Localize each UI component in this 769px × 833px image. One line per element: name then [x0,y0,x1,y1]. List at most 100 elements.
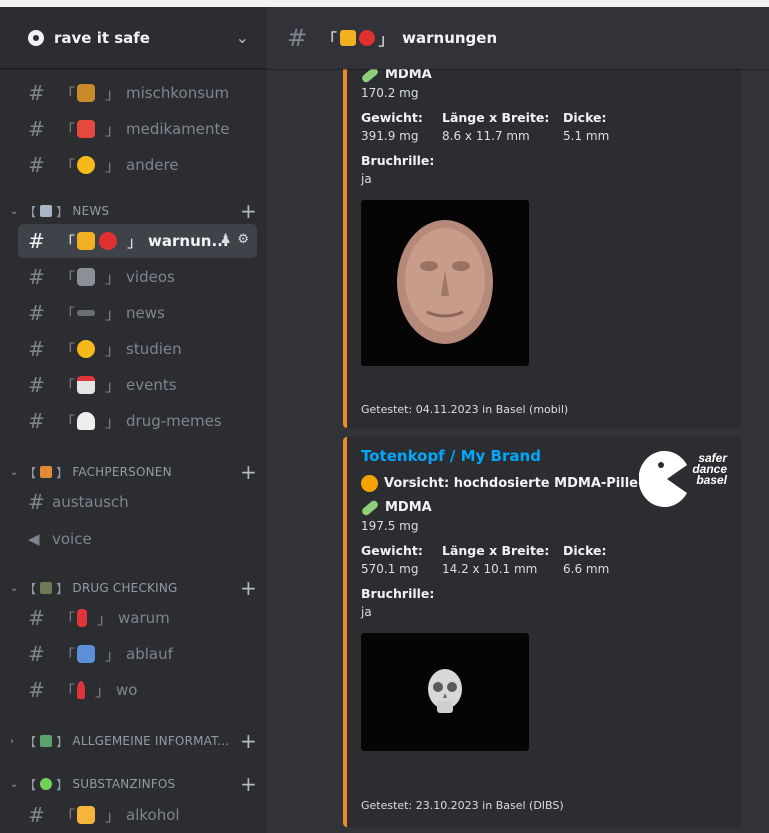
category-substanzinfos[interactable]: ⌄ 【】 SUBSTANZINFOS + [10,774,257,794]
channel-warnungen[interactable]: # 「」 warnun... ♟ ⚙ [18,224,257,258]
channel-name: ablauf [126,645,173,663]
channel-andere[interactable]: # 「」 andere [18,148,257,182]
channel-header: # 「 」 warnungen [267,7,769,69]
chevron-right-icon: › [10,735,15,747]
confused-face-emoji-icon [77,156,96,174]
channel-name: andere [126,156,179,174]
channel-warum[interactable]: # 「」 warum [18,601,257,635]
hash-icon: # [28,301,45,325]
category-fachpersonen[interactable]: ⌄ 【】 FACHPERSONEN + [10,462,257,482]
add-channel-icon[interactable]: + [240,462,257,482]
channel-medikamente[interactable]: # 「」 medikamente [18,112,257,146]
vest-emoji-icon [40,466,53,478]
chevron-down-icon: ⌄ [10,778,19,790]
test-footer: Getestet: 04.11.2023 in Basel (mobil) [361,403,569,416]
invite-member-icon[interactable]: ♟ [220,232,232,247]
pill-photo[interactable] [361,633,529,751]
channel-videos[interactable]: # 「」 videos [18,260,257,294]
channel-drug-memes[interactable]: # 「」 drug-memes [18,404,257,438]
chevron-down-icon[interactable]: ⌄ [236,28,249,47]
hash-icon: # [28,642,45,666]
warning-emoji-icon [77,232,96,250]
category-name: DRUG CHECKING [72,581,178,595]
channel-title: warnungen [402,29,498,47]
category-name: ALLGEMEINE INFORMAT... [72,734,230,748]
channel-name: videos [126,268,175,286]
category-name: FACHPERSONEN [72,465,172,479]
channel-name: austausch [52,493,129,511]
channel-actions: ♟ ⚙ [220,232,249,247]
hash-icon: # [28,229,45,253]
books-emoji-icon [40,735,53,747]
category-name: NEWS [72,204,110,218]
channel-name: wo [116,681,138,699]
pill-icon [360,498,380,517]
mischkonsum-emoji-icon [77,84,96,102]
channel-ablauf[interactable]: # 「」 ablauf [18,637,257,671]
add-channel-icon[interactable]: + [240,578,257,598]
alien-emoji-icon [40,778,53,790]
newspaper-emoji-icon [40,205,53,217]
nerd-face-emoji-icon [77,340,96,358]
channel-name: events [126,376,177,394]
hash-icon: # [28,606,45,630]
gear-icon[interactable]: ⚙ [237,232,249,247]
field-dicke: Dicke: 6.6 mm [563,543,610,576]
category-news[interactable]: ⌄ 【】 NEWS + [10,201,257,221]
chevron-down-icon: ⌄ [10,205,19,217]
channel-name: alkohol [126,806,180,824]
bruchrille-value: ja [361,605,372,619]
server-name: rave it safe [54,28,150,47]
syringe-emoji-icon [77,310,96,316]
pill-emoji-icon [77,120,96,138]
hash-icon: # [28,265,45,289]
channel-wo[interactable]: # 「」 wo [18,673,257,707]
hash-icon: # [28,117,45,141]
chat-main: # 「 」 warnungen MDMA 170.2 mg Gewicht: 3… [267,7,769,833]
category-drug-checking[interactable]: ⌄ 【】 DRUG CHECKING + [10,578,257,598]
pill-face-image [397,220,493,344]
field-laenge-breite: Länge x Breite: 14.2 x 10.1 mm [442,543,550,576]
channel-austausch[interactable]: # austausch [18,485,257,519]
bruchrille-value: ja [361,172,372,186]
test-footer: Getestet: 23.10.2023 in Basel (DIBS) [361,799,564,812]
channel-name: warnun... [148,232,229,250]
channel-name: warum [118,609,170,627]
add-channel-icon[interactable]: + [240,774,257,794]
add-channel-icon[interactable]: + [240,201,257,221]
channel-mischkonsum[interactable]: # 「」 mischkonsum [18,76,257,110]
pill-measurements: Gewicht: 391.9 mg Länge x Breite: 8.6 x … [361,110,727,143]
hash-icon: # [28,678,45,702]
hash-icon: # [28,373,45,397]
hash-icon: # [28,337,45,361]
channel-name: voice [52,530,92,548]
channel-events[interactable]: # 「」 events [18,368,257,402]
bruchrille-label: Bruchrille: [361,153,435,168]
field-gewicht: Gewicht: 391.9 mg [361,110,423,143]
lab-emoji-icon [40,582,53,594]
server-header[interactable]: rave it safe ⌄ [0,7,267,69]
beer-emoji-icon [77,806,96,824]
calendar-emoji-icon [77,376,96,394]
channel-alkohol[interactable]: # 「」 alkohol [18,798,257,832]
no-entry-emoji-icon [99,232,118,250]
chevron-down-icon: ⌄ [10,582,19,594]
orange-circle-icon [361,475,378,492]
channel-name: drug-memes [126,412,222,430]
ghost-emoji-icon [77,412,96,430]
tv-emoji-icon [77,268,96,286]
channel-news[interactable]: # 「」 news [18,296,257,330]
server-icon [28,29,44,46]
substance-amount: 170.2 mg [361,86,419,100]
pill-measurements: Gewicht: 570.1 mg Länge x Breite: 14.2 x… [361,543,727,576]
channel-name: mischkonsum [126,84,230,102]
chart-emoji-icon [77,645,96,663]
safer-dance-basel-logo: safer dance basel [639,451,727,511]
pin-emoji-icon [77,681,86,699]
chevron-down-icon: ⌄ [10,466,19,478]
channel-voice[interactable]: ◀ voice [18,522,257,556]
channel-studien[interactable]: # 「」 studien [18,332,257,366]
category-allgemeine-informationen[interactable]: › 【】 ALLGEMEINE INFORMAT... + [10,731,257,751]
pill-photo[interactable] [361,200,529,366]
add-channel-icon[interactable]: + [240,731,257,751]
